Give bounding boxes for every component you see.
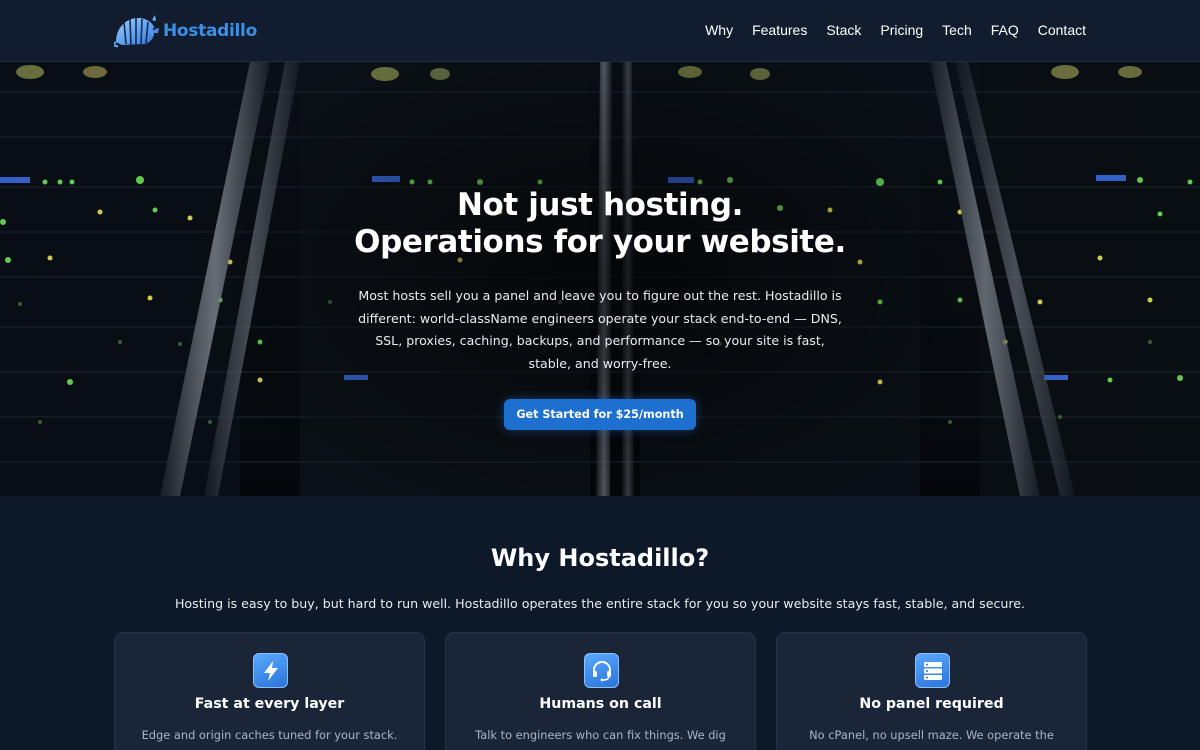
hero-description: Most hosts sell you a panel and leave yo… <box>358 288 842 371</box>
server-stack-icon <box>915 653 950 688</box>
lightning-bolt-icon <box>253 653 288 688</box>
brand-name: Hostadillo <box>163 21 257 41</box>
nav-item-why: Why <box>705 20 733 39</box>
feature-card-text: No cPanel, no upsell maze. We operate th… <box>809 728 1054 750</box>
nav-item-features: Features <box>752 20 807 39</box>
feature-card-text: Talk to engineers who can fix things. We… <box>475 728 726 750</box>
main-nav: Why Features Stack Pricing Tech FAQ Cont… <box>705 20 1086 39</box>
nav-link-pricing[interactable]: Pricing <box>880 22 923 38</box>
nav-item-faq: FAQ <box>991 20 1019 39</box>
nav-link-tech[interactable]: Tech <box>942 22 972 38</box>
feature-card-title: Fast at every layer <box>194 696 345 712</box>
hero-headline: Not just hosting. Operations for your we… <box>0 187 1200 261</box>
nav-link-why[interactable]: Why <box>705 22 733 38</box>
nav-link-faq[interactable]: FAQ <box>991 22 1019 38</box>
armadillo-icon <box>114 15 159 48</box>
hero-headline-line-2: Operations for your website. <box>354 224 846 260</box>
feature-card-title: Humans on call <box>539 696 662 712</box>
why-heading: Why Hostadillo? <box>490 544 710 572</box>
feature-card-text: Edge and origin caches tuned for your st… <box>141 728 398 750</box>
feature-card-no-panel: No panel required No cPanel, no upsell m… <box>776 632 1087 750</box>
nav-link-stack[interactable]: Stack <box>826 22 861 38</box>
nav-item-tech: Tech <box>942 20 972 39</box>
hero-content: Not just hosting. Operations for your we… <box>0 62 1200 496</box>
feature-card-fast: Fast at every layer Edge and origin cach… <box>114 632 425 750</box>
headset-icon <box>584 653 619 688</box>
nav-link-contact[interactable]: Contact <box>1038 22 1086 38</box>
nav-link-features[interactable]: Features <box>752 22 807 38</box>
nav-item-stack: Stack <box>826 20 861 39</box>
feature-card-humans: Humans on call Talk to engineers who can… <box>445 632 756 750</box>
nav-item-pricing: Pricing <box>880 20 923 39</box>
hero-headline-line-1: Not just hosting. <box>456 187 744 223</box>
nav-item-contact: Contact <box>1038 20 1086 39</box>
hero-section: Not just hosting. Operations for your we… <box>0 62 1200 496</box>
site-header: Hostadillo Why Features Stack Pricing Te… <box>0 0 1200 62</box>
feature-card-title: No panel required <box>859 696 1004 712</box>
get-started-button[interactable]: Get Started for $25/month <box>504 399 696 430</box>
why-subheading: Hosting is easy to buy, but hard to run … <box>174 596 1026 611</box>
brand-logo[interactable]: Hostadillo <box>114 14 257 48</box>
